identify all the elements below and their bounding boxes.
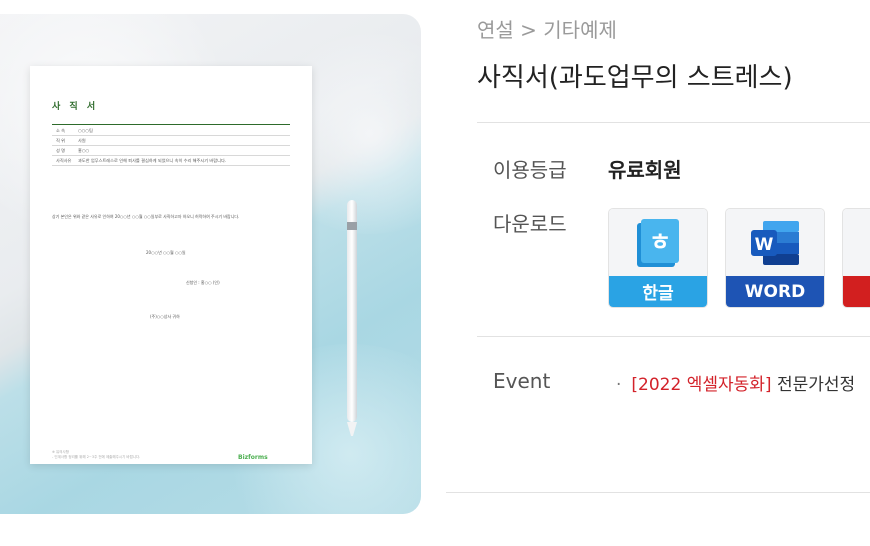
doc-row: 사직사유 과도한 업무스트레스로 인해 퇴사를 결심하게 되었으니 속히 수리 …: [52, 156, 290, 166]
doc-row-value: ○○○팀: [78, 127, 93, 133]
pdf-icon-area: [843, 209, 870, 277]
hangul-icon: ㅎ: [637, 219, 679, 267]
doc-row-value: 사원: [78, 137, 86, 143]
doc-recipient: (주)○○상사 귀하: [150, 314, 180, 319]
svg-text:W: W: [755, 235, 774, 255]
doc-footnote: ※ 유의사항 - 인계사항 정리를 위해 2~3주 전에 제출해주시기 바랍니다…: [52, 450, 140, 460]
hangul-icon-area: ㅎ: [609, 209, 707, 277]
pdf-button-label: [843, 276, 870, 307]
download-hangul-button[interactable]: ㅎ 한글: [608, 208, 708, 308]
document-thumbnail: 사 직 서 소 속 ○○○팀 직 위 사원 성 명 홍○○ 사직사유 과도한 업…: [30, 66, 312, 464]
doc-row-value: 홍○○: [78, 147, 90, 153]
doc-row-key: 소 속: [56, 127, 66, 133]
doc-footnote-line: - 인계사항 정리를 위해 2~3주 전에 제출해주시기 바랍니다.: [52, 455, 141, 459]
doc-row: 직 위 사원: [52, 136, 290, 146]
doc-date: 20○○년 ○○월 ○○일: [146, 250, 186, 255]
breadcrumb[interactable]: 연설 > 기타예제: [477, 14, 617, 43]
doc-row: 성 명 홍○○: [52, 146, 290, 156]
event-label: Event: [493, 369, 551, 393]
word-icon-area: W: [726, 209, 824, 277]
event-tag[interactable]: [2022 엑셀자동화]: [631, 375, 771, 395]
doc-divider: [52, 124, 290, 125]
divider: [446, 492, 870, 493]
word-button-label: WORD: [726, 276, 824, 307]
hangul-button-label: 한글: [609, 276, 707, 307]
doc-row-key: 사직사유: [56, 157, 72, 163]
word-icon: W: [751, 221, 799, 265]
preview-image: 사 직 서 소 속 ○○○팀 직 위 사원 성 명 홍○○ 사직사유 과도한 업…: [0, 14, 421, 514]
doc-title: 사 직 서: [52, 102, 99, 112]
download-pdf-button[interactable]: [842, 208, 870, 308]
doc-row-key: 직 위: [56, 137, 66, 143]
stylus-pencil-icon: [347, 200, 357, 436]
doc-signature: 신청인 : 홍○○ (인): [186, 280, 220, 285]
bullet-icon: ·: [616, 375, 622, 395]
grade-label: 이용등급: [493, 158, 567, 182]
grade-value: 유료회원: [608, 158, 682, 182]
doc-row-key: 성 명: [56, 147, 66, 153]
doc-body: 상기 본인은 위와 같은 사유로 인하여 20○○년 ○○월 ○○일부로 사직하…: [52, 214, 240, 219]
doc-row-value: 과도한 업무스트레스로 인해 퇴사를 결심하게 되었으니 속히 수리 해주시기 …: [78, 157, 227, 163]
svg-text:ㅎ: ㅎ: [649, 228, 671, 256]
download-label: 다운로드: [493, 212, 567, 236]
event-text[interactable]: 전문가선정: [777, 375, 855, 395]
doc-info-table: 소 속 ○○○팀 직 위 사원 성 명 홍○○ 사직사유 과도한 업무스트레스로…: [52, 126, 290, 166]
bizforms-logo: Bizforms: [238, 454, 268, 461]
divider: [477, 336, 870, 337]
page-title: 사직서(과도업무의 스트레스): [477, 63, 793, 93]
download-word-button[interactable]: W WORD: [725, 208, 825, 308]
doc-row: 소 속 ○○○팀: [52, 126, 290, 136]
pdf-icon: [847, 219, 870, 267]
divider: [477, 122, 870, 123]
event-item[interactable]: · [2022 엑셀자동화] 전문가선정: [616, 370, 855, 395]
